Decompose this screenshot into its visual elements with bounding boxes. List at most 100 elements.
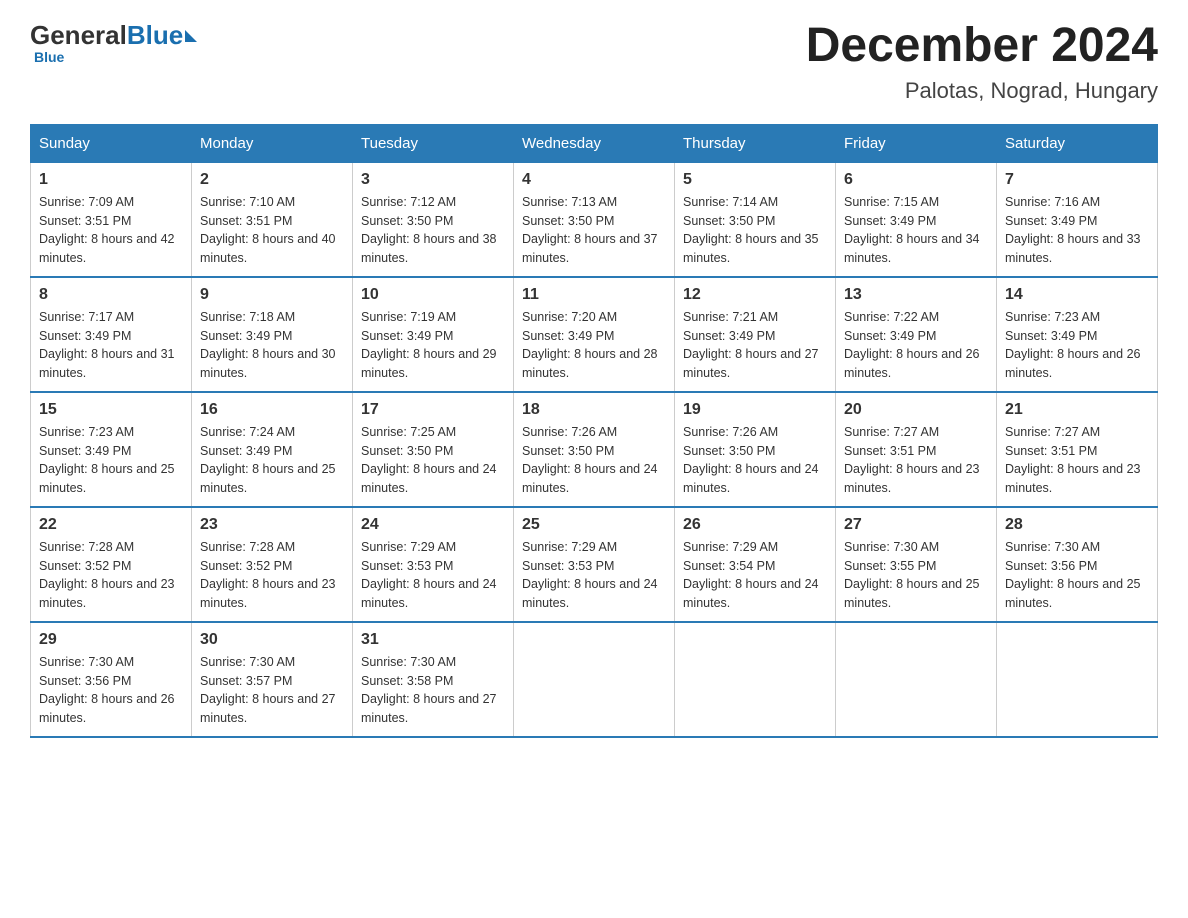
day-number: 31 xyxy=(361,631,505,649)
day-number: 28 xyxy=(1005,516,1149,534)
day-number: 15 xyxy=(39,401,183,419)
day-number: 19 xyxy=(683,401,827,419)
day-number: 29 xyxy=(39,631,183,649)
day-info: Sunrise: 7:20 AMSunset: 3:49 PMDaylight:… xyxy=(522,308,666,383)
day-info: Sunrise: 7:29 AMSunset: 3:53 PMDaylight:… xyxy=(522,538,666,613)
day-info: Sunrise: 7:30 AMSunset: 3:55 PMDaylight:… xyxy=(844,538,988,613)
day-number: 22 xyxy=(39,516,183,534)
calendar-cell: 21Sunrise: 7:27 AMSunset: 3:51 PMDayligh… xyxy=(997,392,1158,507)
day-number: 23 xyxy=(200,516,344,534)
calendar-cell: 9 Sunrise: 7:18 AMSunset: 3:49 PMDaylight… xyxy=(192,277,353,392)
calendar-cell: 8Sunrise: 7:17 AMSunset: 3:49 PMDaylight… xyxy=(31,277,192,392)
day-number: 2 xyxy=(200,171,344,189)
month-title: December 2024 xyxy=(806,20,1158,73)
calendar-cell: 13 Sunrise: 7:22 AMSunset: 3:49 PMDayligh… xyxy=(836,277,997,392)
day-number: 30 xyxy=(200,631,344,649)
calendar-week-row: 29 Sunrise: 7:30 AMSunset: 3:56 PMDayligh… xyxy=(31,622,1158,737)
column-header-sunday: Sunday xyxy=(31,124,192,162)
calendar-cell: 19 Sunrise: 7:26 AMSunset: 3:50 PMDayligh… xyxy=(675,392,836,507)
day-info: Sunrise: 7:29 AMSunset: 3:54 PMDaylight:… xyxy=(683,538,827,613)
day-number: 21 xyxy=(1005,401,1149,419)
logo-underline: Blue xyxy=(34,49,64,65)
title-section: December 2024 Palotas, Nograd, Hungary xyxy=(806,20,1158,104)
day-info: Sunrise: 7:15 AMSunset: 3:49 PMDaylight:… xyxy=(844,193,988,268)
day-info: Sunrise: 7:13 AMSunset: 3:50 PMDaylight:… xyxy=(522,193,666,268)
day-info: Sunrise: 7:14 AMSunset: 3:50 PMDaylight:… xyxy=(683,193,827,268)
calendar-week-row: 15Sunrise: 7:23 AMSunset: 3:49 PMDayligh… xyxy=(31,392,1158,507)
day-number: 6 xyxy=(844,171,988,189)
calendar-cell: 7Sunrise: 7:16 AMSunset: 3:49 PMDaylight… xyxy=(997,162,1158,277)
day-info: Sunrise: 7:21 AMSunset: 3:49 PMDaylight:… xyxy=(683,308,827,383)
day-info: Sunrise: 7:16 AMSunset: 3:49 PMDaylight:… xyxy=(1005,193,1149,268)
day-number: 25 xyxy=(522,516,666,534)
day-info: Sunrise: 7:27 AMSunset: 3:51 PMDaylight:… xyxy=(844,423,988,498)
day-number: 5 xyxy=(683,171,827,189)
day-number: 9 xyxy=(200,286,344,304)
logo-arrow-icon xyxy=(185,30,197,42)
calendar-cell: 26 Sunrise: 7:29 AMSunset: 3:54 PMDayligh… xyxy=(675,507,836,622)
calendar-week-row: 8Sunrise: 7:17 AMSunset: 3:49 PMDaylight… xyxy=(31,277,1158,392)
day-number: 3 xyxy=(361,171,505,189)
calendar-cell: 3 Sunrise: 7:12 AMSunset: 3:50 PMDaylight… xyxy=(353,162,514,277)
calendar-cell: 17 Sunrise: 7:25 AMSunset: 3:50 PMDayligh… xyxy=(353,392,514,507)
day-info: Sunrise: 7:26 AMSunset: 3:50 PMDaylight:… xyxy=(683,423,827,498)
day-info: Sunrise: 7:30 AMSunset: 3:56 PMDaylight:… xyxy=(39,653,183,728)
day-number: 13 xyxy=(844,286,988,304)
day-number: 8 xyxy=(39,286,183,304)
day-info: Sunrise: 7:29 AMSunset: 3:53 PMDaylight:… xyxy=(361,538,505,613)
calendar-cell: 16Sunrise: 7:24 AMSunset: 3:49 PMDayligh… xyxy=(192,392,353,507)
calendar-cell: 5 Sunrise: 7:14 AMSunset: 3:50 PMDaylight… xyxy=(675,162,836,277)
calendar-cell: 18Sunrise: 7:26 AMSunset: 3:50 PMDayligh… xyxy=(514,392,675,507)
column-header-saturday: Saturday xyxy=(997,124,1158,162)
calendar-cell: 28 Sunrise: 7:30 AMSunset: 3:56 PMDayligh… xyxy=(997,507,1158,622)
calendar-cell: 10Sunrise: 7:19 AMSunset: 3:49 PMDayligh… xyxy=(353,277,514,392)
day-info: Sunrise: 7:10 AMSunset: 3:51 PMDaylight:… xyxy=(200,193,344,268)
calendar-cell: 29 Sunrise: 7:30 AMSunset: 3:56 PMDayligh… xyxy=(31,622,192,737)
day-info: Sunrise: 7:30 AMSunset: 3:56 PMDaylight:… xyxy=(1005,538,1149,613)
calendar-cell: 12 Sunrise: 7:21 AMSunset: 3:49 PMDayligh… xyxy=(675,277,836,392)
location-title: Palotas, Nograd, Hungary xyxy=(806,78,1158,104)
day-number: 12 xyxy=(683,286,827,304)
column-header-monday: Monday xyxy=(192,124,353,162)
day-number: 18 xyxy=(522,401,666,419)
day-number: 4 xyxy=(522,171,666,189)
day-info: Sunrise: 7:18 AMSunset: 3:49 PMDaylight:… xyxy=(200,308,344,383)
calendar-cell: 22 Sunrise: 7:28 AMSunset: 3:52 PMDayligh… xyxy=(31,507,192,622)
day-info: Sunrise: 7:28 AMSunset: 3:52 PMDaylight:… xyxy=(39,538,183,613)
day-number: 11 xyxy=(522,286,666,304)
day-info: Sunrise: 7:30 AMSunset: 3:57 PMDaylight:… xyxy=(200,653,344,728)
calendar-header-row: SundayMondayTuesdayWednesdayThursdayFrid… xyxy=(31,124,1158,162)
calendar-cell: 31 Sunrise: 7:30 AMSunset: 3:58 PMDayligh… xyxy=(353,622,514,737)
calendar-cell: 4 Sunrise: 7:13 AMSunset: 3:50 PMDaylight… xyxy=(514,162,675,277)
calendar-week-row: 1Sunrise: 7:09 AMSunset: 3:51 PMDaylight… xyxy=(31,162,1158,277)
day-info: Sunrise: 7:12 AMSunset: 3:50 PMDaylight:… xyxy=(361,193,505,268)
day-number: 17 xyxy=(361,401,505,419)
logo: General Blue Blue xyxy=(30,20,197,65)
day-number: 27 xyxy=(844,516,988,534)
day-number: 26 xyxy=(683,516,827,534)
calendar-cell: 11 Sunrise: 7:20 AMSunset: 3:49 PMDayligh… xyxy=(514,277,675,392)
page-header: General Blue Blue December 2024 Palotas,… xyxy=(30,20,1158,104)
calendar-cell: 25 Sunrise: 7:29 AMSunset: 3:53 PMDayligh… xyxy=(514,507,675,622)
calendar-cell: 20Sunrise: 7:27 AMSunset: 3:51 PMDayligh… xyxy=(836,392,997,507)
day-number: 10 xyxy=(361,286,505,304)
calendar-week-row: 22 Sunrise: 7:28 AMSunset: 3:52 PMDayligh… xyxy=(31,507,1158,622)
day-number: 24 xyxy=(361,516,505,534)
calendar-cell: 24 Sunrise: 7:29 AMSunset: 3:53 PMDayligh… xyxy=(353,507,514,622)
calendar-cell xyxy=(675,622,836,737)
logo-blue-text: Blue xyxy=(127,20,183,51)
calendar-cell: 6 Sunrise: 7:15 AMSunset: 3:49 PMDaylight… xyxy=(836,162,997,277)
calendar-cell: 27 Sunrise: 7:30 AMSunset: 3:55 PMDayligh… xyxy=(836,507,997,622)
calendar-cell xyxy=(997,622,1158,737)
day-info: Sunrise: 7:25 AMSunset: 3:50 PMDaylight:… xyxy=(361,423,505,498)
logo-general-text: General xyxy=(30,20,127,51)
calendar-cell: 14Sunrise: 7:23 AMSunset: 3:49 PMDayligh… xyxy=(997,277,1158,392)
column-header-friday: Friday xyxy=(836,124,997,162)
day-number: 16 xyxy=(200,401,344,419)
column-header-wednesday: Wednesday xyxy=(514,124,675,162)
calendar-cell: 1Sunrise: 7:09 AMSunset: 3:51 PMDaylight… xyxy=(31,162,192,277)
day-info: Sunrise: 7:30 AMSunset: 3:58 PMDaylight:… xyxy=(361,653,505,728)
calendar-cell: 2 Sunrise: 7:10 AMSunset: 3:51 PMDaylight… xyxy=(192,162,353,277)
day-info: Sunrise: 7:09 AMSunset: 3:51 PMDaylight:… xyxy=(39,193,183,268)
day-info: Sunrise: 7:22 AMSunset: 3:49 PMDaylight:… xyxy=(844,308,988,383)
